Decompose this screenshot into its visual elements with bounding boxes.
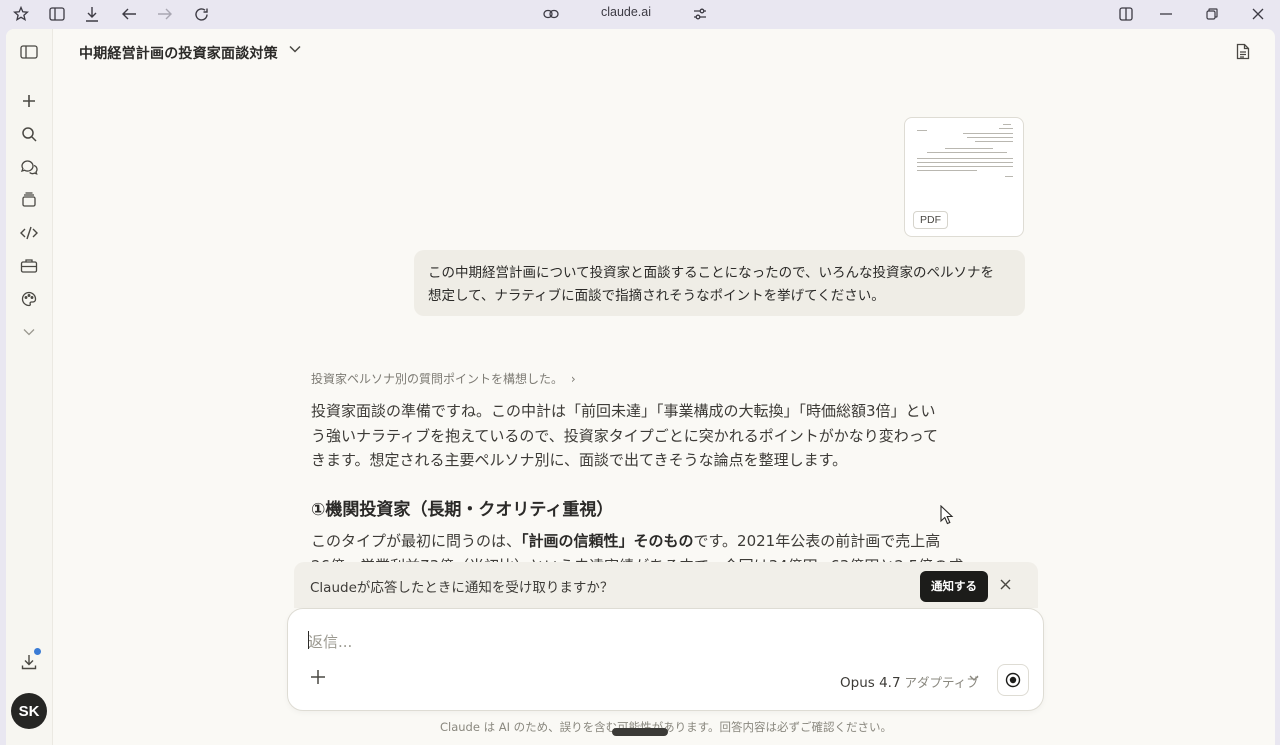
- close-icon[interactable]: [1000, 579, 1011, 590]
- model-name: Opus 4.7: [840, 675, 901, 691]
- message-composer[interactable]: 返信... Opus 4.7 アダプティブ: [287, 608, 1044, 711]
- minimize-icon[interactable]: [1156, 4, 1176, 24]
- section-text: です。2021年公表の前計画で売上高: [693, 532, 941, 550]
- thinking-summary[interactable]: 投資家ペルソナ別の質問ポイントを構想した。 ›: [311, 370, 576, 387]
- conversation-title[interactable]: 中期経営計画の投資家面談対策: [79, 43, 278, 63]
- toolbox-icon[interactable]: [18, 255, 40, 277]
- text-caret: [308, 631, 309, 649]
- user-message-line: この中期経営計画について投資家と面談することになったので、いろんな投資家のペルソ…: [428, 265, 995, 281]
- chevron-down-icon[interactable]: [18, 321, 40, 343]
- model-selector[interactable]: Opus 4.7 アダプティブ: [840, 672, 979, 691]
- browser-toolbar: claude.ai: [0, 0, 1280, 28]
- palette-icon[interactable]: [18, 288, 40, 310]
- chats-icon[interactable]: [18, 156, 40, 178]
- new-chat-icon[interactable]: [18, 90, 40, 112]
- enable-notifications-button[interactable]: 通知する: [920, 571, 988, 602]
- scroll-indicator[interactable]: [612, 728, 668, 736]
- browser-logo-icon[interactable]: [11, 4, 31, 24]
- forward-icon[interactable]: [155, 4, 175, 24]
- sidebar-toggle-icon[interactable]: [47, 4, 67, 24]
- split-view-icon[interactable]: [1116, 4, 1136, 24]
- left-rail: SK: [6, 29, 53, 745]
- pdf-type-badge: PDF: [913, 211, 948, 229]
- artifacts-document-icon[interactable]: [1236, 43, 1250, 60]
- notification-text: Claudeが応答したときに通知を受け取りますか？: [310, 580, 614, 596]
- title-chevron-down-icon[interactable]: [289, 45, 301, 53]
- voice-mode-button[interactable]: [997, 664, 1029, 696]
- thinking-summary-text: 投資家ペルソナ別の質問ポイントを構想した。: [311, 372, 564, 386]
- code-icon[interactable]: [18, 222, 40, 244]
- close-window-icon[interactable]: [1248, 4, 1268, 24]
- section-bold-text: 「計画の信頼性」そのもの: [521, 532, 694, 550]
- restore-icon[interactable]: [1202, 4, 1222, 24]
- intro-line: 投資家面談の準備ですね。この中計は「前回未達」「事業構成の大転換」「時価総額3倍…: [311, 402, 936, 420]
- search-icon[interactable]: [18, 123, 40, 145]
- site-settings-icon[interactable]: [690, 4, 710, 24]
- model-chevron-down-icon[interactable]: [969, 675, 979, 682]
- user-message-line: 想定して、ナラティブに面談で指摘されそうなポイントを挙げてください。: [428, 288, 885, 304]
- link-icon[interactable]: [541, 4, 561, 24]
- back-icon[interactable]: [119, 4, 139, 24]
- record-icon: [1005, 672, 1021, 688]
- chevron-right-icon: ›: [570, 372, 576, 386]
- avatar[interactable]: SK: [11, 693, 47, 729]
- mouse-cursor-icon: [940, 505, 954, 525]
- app-window: SK 中期経営計画の投資家面談対策 PDF この中期経営計画について投資家と面談…: [6, 29, 1275, 745]
- reload-icon[interactable]: [191, 4, 211, 24]
- user-message: この中期経営計画について投資家と面談することになったので、いろんな投資家のペルソ…: [414, 250, 1025, 316]
- section-heading: ①機関投資家（長期・クオリティ重視）: [311, 500, 614, 520]
- model-mode: アダプティブ: [904, 675, 979, 690]
- reply-input[interactable]: 返信...: [308, 631, 352, 652]
- projects-icon[interactable]: [18, 189, 40, 211]
- attach-plus-icon[interactable]: [310, 669, 326, 685]
- download-icon[interactable]: [82, 4, 102, 24]
- url-bar[interactable]: claude.ai: [570, 5, 682, 23]
- assistant-intro: 投資家面談の準備ですね。この中計は「前回未達」「事業構成の大転換」「時価総額3倍…: [311, 399, 991, 473]
- intro-line: う強いナラティブを抱えているので、投資家タイプごとに突かれるポイントがかなり変わ…: [311, 426, 939, 445]
- notification-dot: [33, 647, 42, 656]
- intro-line: きます。想定される主要ペルソナ別に、面談で出てきそうな論点を整理します。: [311, 451, 848, 469]
- sidebar-open-icon[interactable]: [18, 41, 40, 63]
- notification-prompt: Claudeが応答したときに通知を受け取りますか？ 通知する: [294, 562, 1038, 608]
- pdf-attachment-card[interactable]: PDF: [904, 117, 1024, 237]
- section-text: このタイプが最初に問うのは、: [311, 532, 522, 550]
